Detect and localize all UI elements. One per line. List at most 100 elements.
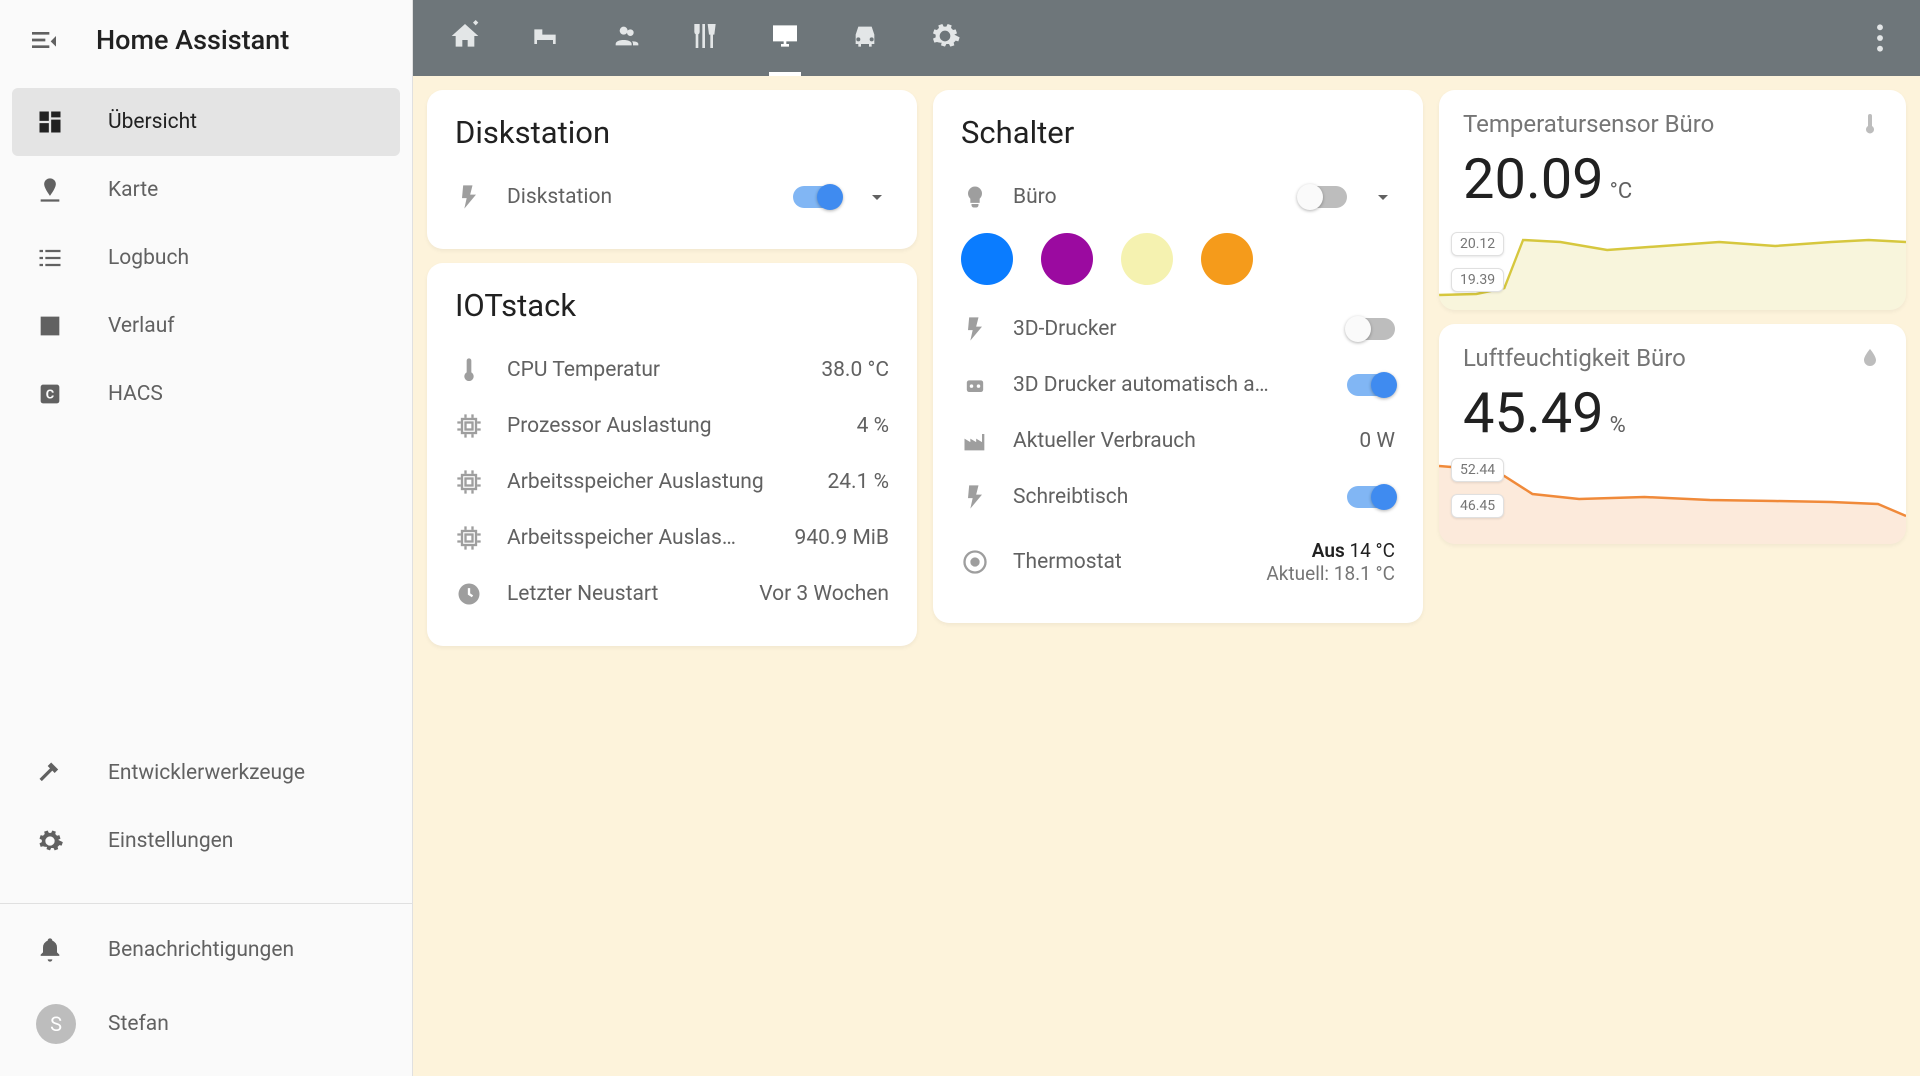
row-value: 24.1 %	[827, 470, 889, 494]
list-icon	[36, 244, 64, 272]
row-value: Vor 3 Wochen	[759, 582, 889, 606]
chip-icon	[455, 524, 483, 552]
printer-row: 3D-Drucker	[961, 301, 1395, 357]
diskstation-toggle[interactable]	[793, 186, 841, 208]
thermometer-icon	[1858, 112, 1882, 136]
iotstack-row[interactable]: CPU Temperatur 38.0 °C	[455, 342, 889, 398]
card-title: Diskstation	[455, 114, 889, 151]
chart-label-low: 46.45	[1451, 494, 1504, 518]
sidebar-item-logbook[interactable]: Logbuch	[12, 224, 400, 292]
sidebar: Home Assistant Übersicht Karte Logbuch V…	[0, 0, 413, 1076]
topbar	[413, 0, 1920, 76]
sidebar-item-label: Logbuch	[108, 246, 189, 270]
color-preset-purple[interactable]	[1041, 233, 1093, 285]
printer-auto-row: 3D Drucker automatisch a…	[961, 357, 1395, 413]
avatar: S	[36, 1004, 76, 1044]
sensor-title: Temperatursensor Büro	[1463, 110, 1714, 138]
humidity-chart: 52.44 46.45	[1439, 454, 1906, 544]
iotstack-row[interactable]: Arbeitsspeicher Auslastung 24.1 %	[455, 454, 889, 510]
sensor-header: Luftfeuchtigkeit Büro	[1463, 344, 1882, 372]
row-label[interactable]: Büro	[1013, 185, 1275, 209]
tab-desktop-icon[interactable]	[769, 0, 801, 76]
sidebar-item-settings[interactable]: Einstellungen	[12, 807, 400, 875]
menu-collapse-icon[interactable]	[28, 24, 60, 56]
card-title: IOTstack	[455, 287, 889, 324]
iotstack-row[interactable]: Arbeitsspeicher Auslas… 940.9 MiB	[455, 510, 889, 566]
thermostat-current: Aktuell: 18.1 °C	[1266, 562, 1395, 585]
overflow-menu-icon[interactable]	[1876, 22, 1884, 54]
diskstation-switch-row: Diskstation	[455, 169, 889, 225]
temperature-sensor-card[interactable]: Temperatursensor Büro 20.09°C 20.12 19.3…	[1439, 90, 1906, 310]
sidebar-header: Home Assistant	[0, 0, 412, 80]
desk-toggle[interactable]	[1347, 486, 1395, 508]
column-1: Diskstation Diskstation IOTstack CPU Tem…	[427, 90, 917, 1062]
color-preset-cream[interactable]	[1121, 233, 1173, 285]
buero-toggle[interactable]	[1299, 186, 1347, 208]
color-preset-blue[interactable]	[961, 233, 1013, 285]
row-label: Arbeitsspeicher Auslas…	[507, 526, 771, 550]
flash-icon	[961, 315, 989, 343]
robot-icon	[961, 371, 989, 399]
diskstation-card: Diskstation Diskstation	[427, 90, 917, 249]
sidebar-item-label: Entwicklerwerkzeuge	[108, 761, 305, 785]
flash-icon	[961, 483, 989, 511]
sidebar-item-map[interactable]: Karte	[12, 156, 400, 224]
clock-icon	[455, 580, 483, 608]
flash-icon	[455, 183, 483, 211]
sidebar-item-history[interactable]: Verlauf	[12, 292, 400, 360]
desk-row: Schreibtisch	[961, 469, 1395, 525]
row-label[interactable]: Schreibtisch	[1013, 485, 1323, 509]
sidebar-item-label: Stefan	[108, 1012, 169, 1036]
color-preset-orange[interactable]	[1201, 233, 1253, 285]
tab-car-icon[interactable]	[849, 0, 881, 76]
sidebar-item-devtools[interactable]: Entwicklerwerkzeuge	[12, 739, 400, 807]
row-label[interactable]: Diskstation	[507, 185, 769, 209]
sidebar-bottom: Entwicklerwerkzeuge Einstellungen	[0, 727, 412, 887]
tab-people-icon[interactable]	[609, 0, 641, 76]
row-label: Aktueller Verbrauch	[1013, 429, 1335, 453]
column-3: Temperatursensor Büro 20.09°C 20.12 19.3…	[1439, 90, 1906, 1062]
row-label: Letzter Neustart	[507, 582, 735, 606]
sidebar-item-user[interactable]: S Stefan	[12, 984, 400, 1064]
row-label[interactable]: 3D-Drucker	[1013, 317, 1323, 341]
sidebar-item-label: Verlauf	[108, 314, 175, 338]
row-label[interactable]: 3D Drucker automatisch a…	[1013, 373, 1323, 397]
chart-label-high: 52.44	[1451, 458, 1504, 482]
tab-gear-icon[interactable]	[929, 0, 961, 76]
chevron-down-icon[interactable]	[865, 185, 889, 209]
sidebar-item-notifications[interactable]: Benachrichtigungen	[12, 916, 400, 984]
thermostat-row[interactable]: Thermostat Aus 14 °C Aktuell: 18.1 °C	[961, 525, 1395, 599]
chart-label-high: 20.12	[1451, 232, 1504, 256]
thermostat-state: Aus 14 °C	[1266, 539, 1395, 562]
sidebar-nav: Übersicht Karte Logbuch Verlauf C HACS	[0, 80, 412, 711]
iotstack-row[interactable]: Letzter Neustart Vor 3 Wochen	[455, 566, 889, 622]
sidebar-item-overview[interactable]: Übersicht	[12, 88, 400, 156]
app-title: Home Assistant	[96, 24, 289, 56]
iotstack-row[interactable]: Prozessor Auslastung 4 %	[455, 398, 889, 454]
row-value: 0 W	[1359, 429, 1395, 453]
tab-home-icon[interactable]	[449, 0, 481, 76]
sidebar-item-label: Benachrichtigungen	[108, 938, 294, 962]
sensor-title: Luftfeuchtigkeit Büro	[1463, 344, 1686, 372]
row-label: Prozessor Auslastung	[507, 414, 833, 438]
chart-label-low: 19.39	[1451, 268, 1504, 292]
chip-icon	[455, 412, 483, 440]
temperature-chart: 20.12 19.39	[1439, 220, 1906, 310]
humidity-sensor-card[interactable]: Luftfeuchtigkeit Büro 45.49% 52.44 46.45	[1439, 324, 1906, 544]
tab-food-icon[interactable]	[689, 0, 721, 76]
hammer-icon	[36, 759, 64, 787]
tab-bed-icon[interactable]	[529, 0, 561, 76]
lightbulb-icon	[961, 183, 989, 211]
thermostat-values: Aus 14 °C Aktuell: 18.1 °C	[1266, 539, 1395, 585]
bell-icon	[36, 936, 64, 964]
gear-icon	[36, 827, 64, 855]
row-value: 940.9 MiB	[795, 526, 889, 550]
sensor-value: 45.49%	[1463, 380, 1882, 446]
schalter-card: Schalter Büro 3D-Drucker	[933, 90, 1423, 623]
printer-auto-toggle[interactable]	[1347, 374, 1395, 396]
printer-toggle[interactable]	[1347, 318, 1395, 340]
power-row[interactable]: Aktueller Verbrauch 0 W	[961, 413, 1395, 469]
chevron-down-icon[interactable]	[1371, 185, 1395, 209]
chart-icon	[36, 312, 64, 340]
sidebar-item-hacs[interactable]: C HACS	[12, 360, 400, 428]
